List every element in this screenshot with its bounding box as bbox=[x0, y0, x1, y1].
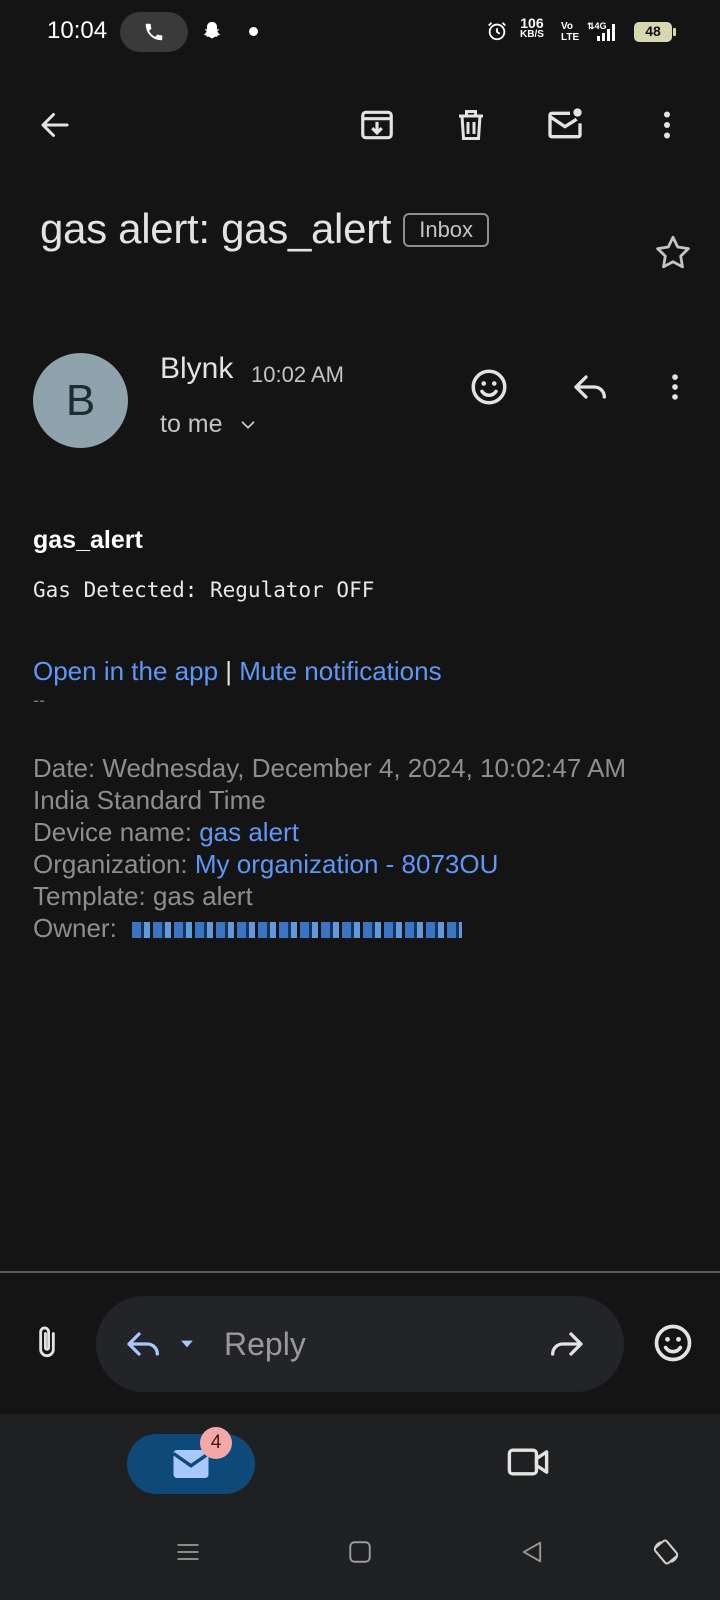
device-label: Device name: bbox=[33, 817, 192, 847]
sender-name: Blynk bbox=[160, 352, 234, 385]
volte-indicator: Vo LTE bbox=[561, 21, 579, 43]
organization-line: Organization: My organization - 8073OU bbox=[33, 848, 626, 880]
net-speed-value: 106 bbox=[520, 15, 544, 31]
volte-top: Vo bbox=[561, 21, 574, 32]
recipient-details-toggle[interactable]: to me bbox=[160, 410, 259, 439]
more-vert-icon bbox=[672, 374, 678, 400]
rotate-screen-icon bbox=[653, 1539, 679, 1565]
phone-icon bbox=[145, 23, 163, 41]
volte-bottom: LTE bbox=[561, 32, 580, 43]
star-icon bbox=[656, 235, 690, 269]
emoji-icon bbox=[654, 1324, 692, 1362]
organization-link[interactable]: My organization - 8073OU bbox=[195, 849, 498, 879]
attachment-icon bbox=[39, 1326, 55, 1358]
reply-placeholder[interactable]: Reply bbox=[224, 1326, 306, 1363]
system-navigation bbox=[0, 1514, 720, 1600]
action-links: Open in the app | Mute notifications bbox=[33, 656, 442, 687]
date-line: Date: Wednesday, December 4, 2024, 10:02… bbox=[33, 752, 626, 784]
triangle-back-icon bbox=[522, 1541, 542, 1563]
battery-level: 48 bbox=[645, 23, 661, 39]
event-metadata: Date: Wednesday, December 4, 2024, 10:02… bbox=[33, 752, 626, 944]
reply-icon bbox=[127, 1332, 159, 1356]
delete-button[interactable] bbox=[446, 100, 496, 150]
home-button[interactable] bbox=[340, 1532, 380, 1572]
reply-type-button[interactable] bbox=[118, 1318, 170, 1370]
chevron-down-icon bbox=[241, 420, 254, 429]
body-message: Gas Detected: Regulator OFF bbox=[33, 578, 375, 602]
open-in-app-link[interactable]: Open in the app bbox=[33, 656, 218, 686]
message-more-button[interactable] bbox=[650, 362, 700, 412]
back-arrow-icon bbox=[41, 113, 69, 137]
archive-icon bbox=[361, 110, 393, 140]
status-bar: 10:04 106 KB/S Vo LTE ⇅4G 48 bbox=[0, 0, 720, 64]
archive-button[interactable] bbox=[352, 100, 402, 150]
template-line: Template: gas alert bbox=[33, 880, 626, 912]
dropdown-triangle-icon bbox=[181, 1340, 193, 1348]
date-label: Date: bbox=[33, 753, 96, 783]
emoji-icon bbox=[471, 369, 507, 405]
delete-icon bbox=[459, 110, 483, 140]
forward-button[interactable] bbox=[540, 1318, 592, 1370]
subject-row: gas alert: gas_alert Inbox bbox=[40, 205, 640, 253]
device-link[interactable]: gas alert bbox=[199, 817, 299, 847]
reply-compose-bar[interactable]: Reply bbox=[96, 1296, 624, 1392]
template-label: Template: bbox=[33, 881, 146, 911]
mute-notifications-link[interactable]: Mute notifications bbox=[239, 656, 441, 686]
owner-label: Owner: bbox=[33, 913, 117, 943]
reply-emoji-button[interactable] bbox=[648, 1318, 698, 1368]
signature-separator: -- bbox=[33, 690, 45, 710]
date-value: Wednesday, December 4, 2024, 10:02:47 AM bbox=[102, 753, 627, 783]
mail-tab[interactable] bbox=[127, 1434, 255, 1494]
back-nav-button[interactable] bbox=[512, 1532, 552, 1572]
battery-icon: 48 bbox=[634, 22, 676, 42]
more-vert-icon bbox=[664, 111, 670, 139]
inbox-label-chip[interactable]: Inbox bbox=[403, 213, 490, 247]
attach-button[interactable] bbox=[24, 1318, 70, 1368]
link-separator: | bbox=[225, 656, 233, 686]
net-speed-unit: KB/S bbox=[520, 29, 544, 40]
reply-divider bbox=[0, 1271, 720, 1273]
reply-icon bbox=[574, 375, 606, 399]
email-subject: gas alert: gas_alert bbox=[40, 205, 392, 252]
reply-type-dropdown[interactable] bbox=[172, 1318, 202, 1370]
network-speed: 106 KB/S bbox=[520, 15, 544, 41]
template-value: gas alert bbox=[152, 881, 253, 911]
unread-count-badge: 4 bbox=[200, 1427, 232, 1459]
organization-label: Organization: bbox=[33, 849, 188, 879]
email-screen: 10:04 106 KB/S Vo LTE ⇅4G 48 gas alert: … bbox=[0, 0, 720, 1600]
email-toolbar bbox=[0, 90, 720, 162]
menu-lines-icon bbox=[177, 1544, 199, 1560]
forward-icon bbox=[551, 1332, 583, 1356]
owner-line: Owner: bbox=[33, 912, 626, 944]
ongoing-call-chip[interactable] bbox=[120, 12, 188, 52]
bottom-navigation: 4 bbox=[0, 1414, 720, 1514]
square-icon bbox=[349, 1541, 371, 1563]
device-line: Device name: gas alert bbox=[33, 816, 626, 848]
sender-avatar[interactable]: B bbox=[33, 353, 128, 448]
notification-dot bbox=[249, 27, 258, 36]
body-title: gas_alert bbox=[33, 526, 143, 554]
reply-button[interactable] bbox=[566, 362, 616, 412]
signal-icon: ⇅4G bbox=[587, 21, 615, 41]
status-time: 10:04 bbox=[47, 17, 108, 44]
recents-button[interactable] bbox=[168, 1532, 208, 1572]
back-button[interactable] bbox=[30, 100, 80, 150]
video-camera-icon bbox=[507, 1448, 549, 1476]
timezone-line: India Standard Time bbox=[33, 785, 266, 815]
mark-unread-icon bbox=[548, 108, 582, 139]
sent-time: 10:02 AM bbox=[251, 362, 344, 387]
more-options-button[interactable] bbox=[642, 100, 692, 150]
add-reaction-button[interactable] bbox=[464, 362, 514, 412]
svg-text:⇅4G: ⇅4G bbox=[587, 21, 607, 31]
rotate-button[interactable] bbox=[646, 1532, 686, 1572]
recipient-label: to me bbox=[160, 410, 223, 438]
alarm-icon bbox=[488, 22, 506, 41]
snapchat-icon bbox=[203, 21, 221, 39]
meet-tab[interactable] bbox=[506, 1444, 550, 1485]
mark-unread-button[interactable] bbox=[540, 100, 590, 150]
star-button[interactable] bbox=[650, 230, 696, 276]
owner-email-redacted bbox=[132, 922, 463, 939]
